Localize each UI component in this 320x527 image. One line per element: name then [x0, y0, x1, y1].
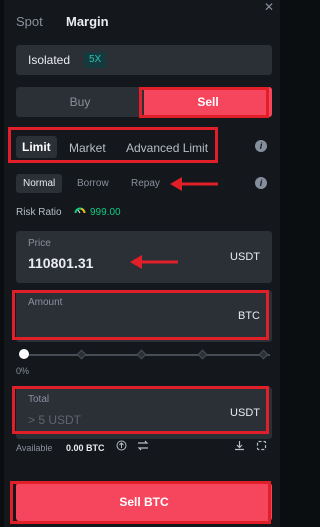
- total-unit: USDT: [230, 407, 260, 419]
- slider-step-50[interactable]: [136, 349, 147, 360]
- available-value: 0.00 BTC: [66, 443, 105, 453]
- tab-spot[interactable]: Spot: [16, 14, 43, 29]
- convert-icon[interactable]: [116, 440, 127, 451]
- risk-ratio-value: 999.00: [90, 207, 121, 218]
- info-icon[interactable]: i: [255, 140, 267, 152]
- amount-unit: BTC: [238, 310, 260, 322]
- margin-mode-label: Isolated: [28, 53, 71, 67]
- sell-button[interactable]: Sell: [144, 87, 272, 117]
- total-field[interactable]: Total > 5 USDT USDT: [16, 387, 272, 439]
- tab-margin[interactable]: Margin: [66, 14, 109, 29]
- download-icon[interactable]: [234, 440, 245, 451]
- settings-icon[interactable]: [256, 440, 267, 451]
- mode-borrow[interactable]: Borrow: [77, 178, 109, 189]
- total-placeholder[interactable]: > 5 USDT: [28, 413, 81, 427]
- slider-step-75[interactable]: [197, 349, 208, 360]
- buy-button[interactable]: Buy: [16, 87, 144, 117]
- order-type-market[interactable]: Market: [69, 141, 106, 155]
- amount-field[interactable]: Amount BTC: [16, 290, 272, 342]
- order-type-advanced-limit[interactable]: Advanced Limit: [126, 141, 208, 155]
- sell-btc-button[interactable]: Sell BTC: [16, 483, 272, 521]
- price-label: Price: [28, 238, 51, 249]
- info-icon[interactable]: i: [255, 177, 267, 189]
- order-type-limit[interactable]: Limit: [16, 136, 57, 158]
- close-icon[interactable]: ✕: [264, 0, 274, 14]
- margin-order-panel: Spot Margin ✕ Isolated 5X Buy Sell Limit…: [4, 0, 280, 527]
- price-unit: USDT: [230, 251, 260, 263]
- risk-ratio-label: Risk Ratio: [16, 207, 62, 218]
- total-label: Total: [28, 394, 50, 405]
- slider-handle[interactable]: [19, 349, 29, 359]
- mode-repay[interactable]: Repay: [131, 178, 160, 189]
- available-label: Available: [16, 443, 53, 453]
- slider-step-100[interactable]: [258, 349, 269, 360]
- margin-mode-selector[interactable]: Isolated 5X: [16, 45, 272, 75]
- gauge-icon: [74, 207, 86, 214]
- price-value[interactable]: 110801.31: [28, 255, 93, 271]
- percent-slider-track[interactable]: [24, 354, 270, 356]
- mode-normal[interactable]: Normal: [16, 174, 63, 193]
- leverage-badge[interactable]: 5X: [84, 52, 107, 68]
- price-field[interactable]: Price 110801.31 USDT: [16, 231, 272, 283]
- side-toggle: Buy Sell: [16, 87, 272, 117]
- slider-percent-label: 0%: [16, 366, 30, 376]
- amount-label: Amount: [28, 297, 63, 308]
- slider-step-25[interactable]: [76, 349, 87, 360]
- transfer-icon[interactable]: [137, 440, 149, 451]
